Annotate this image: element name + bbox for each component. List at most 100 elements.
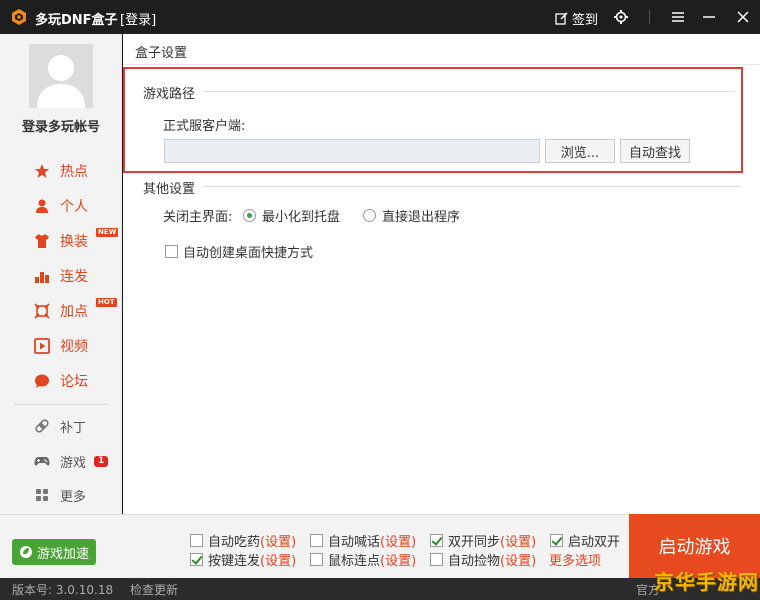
close-icon[interactable] xyxy=(734,8,752,26)
game-accelerate-button[interactable]: 游戏加速 xyxy=(12,539,96,565)
mouse-click-settings-link[interactable]: (设置) xyxy=(380,550,416,569)
dual-sync-settings-link[interactable]: (设置) xyxy=(500,531,536,550)
radio-label: 直接退出程序 xyxy=(382,210,461,225)
title-bar: 多玩DNF盒子 [登录] 签到 xyxy=(0,0,760,34)
settings-panel: 盒子设置 游戏路径 正式服客户端: 浏览... 自动查找 其他设置 关闭主界面:… xyxy=(123,34,760,514)
page-title: 盒子设置 xyxy=(135,46,188,61)
section-divider xyxy=(203,91,735,92)
nav-item-games[interactable]: 游戏 1 xyxy=(34,450,109,472)
auto-shout-settings-link[interactable]: (设置) xyxy=(380,531,416,550)
checkbox-label: 按键连发 xyxy=(208,554,261,569)
shirt-icon xyxy=(35,234,49,248)
nav-label: 补丁 xyxy=(60,420,87,436)
auto-find-button[interactable]: 自动查找 xyxy=(620,139,690,163)
browse-button[interactable]: 浏览... xyxy=(545,139,615,163)
checkbox-label: 自动创建桌面快捷方式 xyxy=(183,246,314,261)
patch-icon xyxy=(35,419,49,433)
exit-program-radio[interactable]: 直接退出程序 xyxy=(363,206,460,225)
minimize-icon[interactable] xyxy=(700,8,718,26)
client-path-input[interactable] xyxy=(164,139,540,163)
nav-item-hot[interactable]: 热点 xyxy=(34,160,88,182)
checkbox-box xyxy=(310,553,323,566)
checkbox-box-checked xyxy=(430,534,443,547)
version-label: 版本号: 3.0.10.18 xyxy=(12,583,114,597)
leaf-icon xyxy=(19,546,32,558)
key-repeat-checkbox[interactable]: 按键连发 (设置) xyxy=(190,550,296,569)
titlebar-separator xyxy=(649,10,650,24)
edit-icon xyxy=(555,12,568,25)
other-settings-section-title: 其他设置 xyxy=(143,178,202,197)
gamepad-icon xyxy=(34,457,50,466)
nav-item-outfit[interactable]: 换装 NEW xyxy=(34,228,119,252)
chat-icon xyxy=(35,374,49,388)
section-divider xyxy=(203,186,740,187)
games-count-badge: 1 xyxy=(94,455,109,467)
nav-label: 连发 xyxy=(60,269,88,285)
accel-label: 游戏加速 xyxy=(36,546,89,562)
star-icon xyxy=(35,164,49,178)
minimize-to-tray-radio[interactable]: 最小化到托盘 xyxy=(243,206,340,225)
check-update-link[interactable]: 检查更新 xyxy=(130,581,178,598)
signin-button[interactable]: 签到 xyxy=(555,9,598,28)
radio-indicator xyxy=(363,209,376,222)
watermark: 京华手游网 xyxy=(654,570,759,594)
checkbox-label: 自动喊话 xyxy=(328,535,381,550)
settings-gear-icon[interactable] xyxy=(612,8,630,26)
checkbox-box xyxy=(430,553,443,566)
avatar[interactable] xyxy=(29,44,93,108)
radio-selected-indicator xyxy=(243,209,256,222)
launch-dual-checkbox[interactable]: 启动双开 xyxy=(550,531,620,550)
checkbox-box-checked xyxy=(550,534,563,547)
auto-pickup-settings-link[interactable]: (设置) xyxy=(500,550,536,569)
mouse-click-checkbox[interactable]: 鼠标连点 (设置) xyxy=(310,550,416,569)
user-icon xyxy=(36,199,48,213)
play-icon xyxy=(34,338,50,354)
nav-item-forum[interactable]: 论坛 xyxy=(34,370,88,392)
crosshair-icon xyxy=(34,303,50,319)
auto-potion-settings-link[interactable]: (设置) xyxy=(260,531,296,550)
key-repeat-settings-link[interactable]: (设置) xyxy=(260,550,296,569)
nav-item-combo[interactable]: 连发 xyxy=(34,265,88,287)
checkbox-label: 双开同步 xyxy=(448,535,501,550)
menu-icon[interactable] xyxy=(669,8,687,26)
sidebar: 登录多玩帐号 热点 个人 换装 NEW 连发 加点 HOT 视频 论坛 补丁 游… xyxy=(0,34,122,514)
nav-divider xyxy=(14,404,108,405)
title-divider xyxy=(123,64,760,65)
checkbox-label: 自动捡物 xyxy=(448,554,501,569)
nav-item-patch[interactable]: 补丁 xyxy=(34,415,86,437)
dual-sync-checkbox[interactable]: 双开同步 (设置) xyxy=(430,531,536,550)
login-link[interactable]: [登录] xyxy=(120,9,156,28)
bars-icon xyxy=(35,272,49,283)
nav-label: 个人 xyxy=(60,199,88,215)
nav-label: 换装 xyxy=(60,234,88,250)
hot-badge: HOT xyxy=(96,298,117,307)
checkbox-box xyxy=(190,534,203,547)
default-avatar-icon xyxy=(29,44,93,108)
checkbox-box xyxy=(165,245,178,258)
auto-pickup-checkbox[interactable]: 自动捡物 (设置) xyxy=(430,550,536,569)
more-options-link[interactable]: 更多选项 xyxy=(549,550,601,569)
client-path-label: 正式服客户端: xyxy=(163,119,246,134)
checkbox-box xyxy=(310,534,323,547)
nav-item-video[interactable]: 视频 xyxy=(34,335,88,357)
nav-label: 更多 xyxy=(60,489,87,505)
status-bar: 版本号: 3.0.10.18 检查更新 官方 xyxy=(0,578,760,600)
nav-item-more[interactable]: 更多 xyxy=(34,484,86,506)
grid-icon xyxy=(36,489,48,501)
signin-label: 签到 xyxy=(572,13,599,28)
game-path-section-title: 游戏路径 xyxy=(143,83,202,102)
desktop-shortcut-checkbox[interactable]: 自动创建桌面快捷方式 xyxy=(165,242,313,261)
auto-shout-checkbox[interactable]: 自动喊话 (设置) xyxy=(310,531,416,550)
nav-label: 热点 xyxy=(60,164,88,180)
auto-potion-checkbox[interactable]: 自动吃药 (设置) xyxy=(190,531,296,550)
nav-item-profile[interactable]: 个人 xyxy=(34,195,88,217)
nav-label: 游戏 xyxy=(60,455,87,471)
login-account-link[interactable]: 登录多玩帐号 xyxy=(0,116,122,135)
nav-label: 视频 xyxy=(60,339,88,355)
new-badge: NEW xyxy=(96,228,119,237)
checkbox-box-checked xyxy=(190,553,203,566)
radio-label: 最小化到托盘 xyxy=(262,210,341,225)
nav-item-skills[interactable]: 加点 HOT xyxy=(34,298,117,322)
nav-label: 论坛 xyxy=(60,374,88,390)
nav-label: 加点 xyxy=(60,304,88,320)
